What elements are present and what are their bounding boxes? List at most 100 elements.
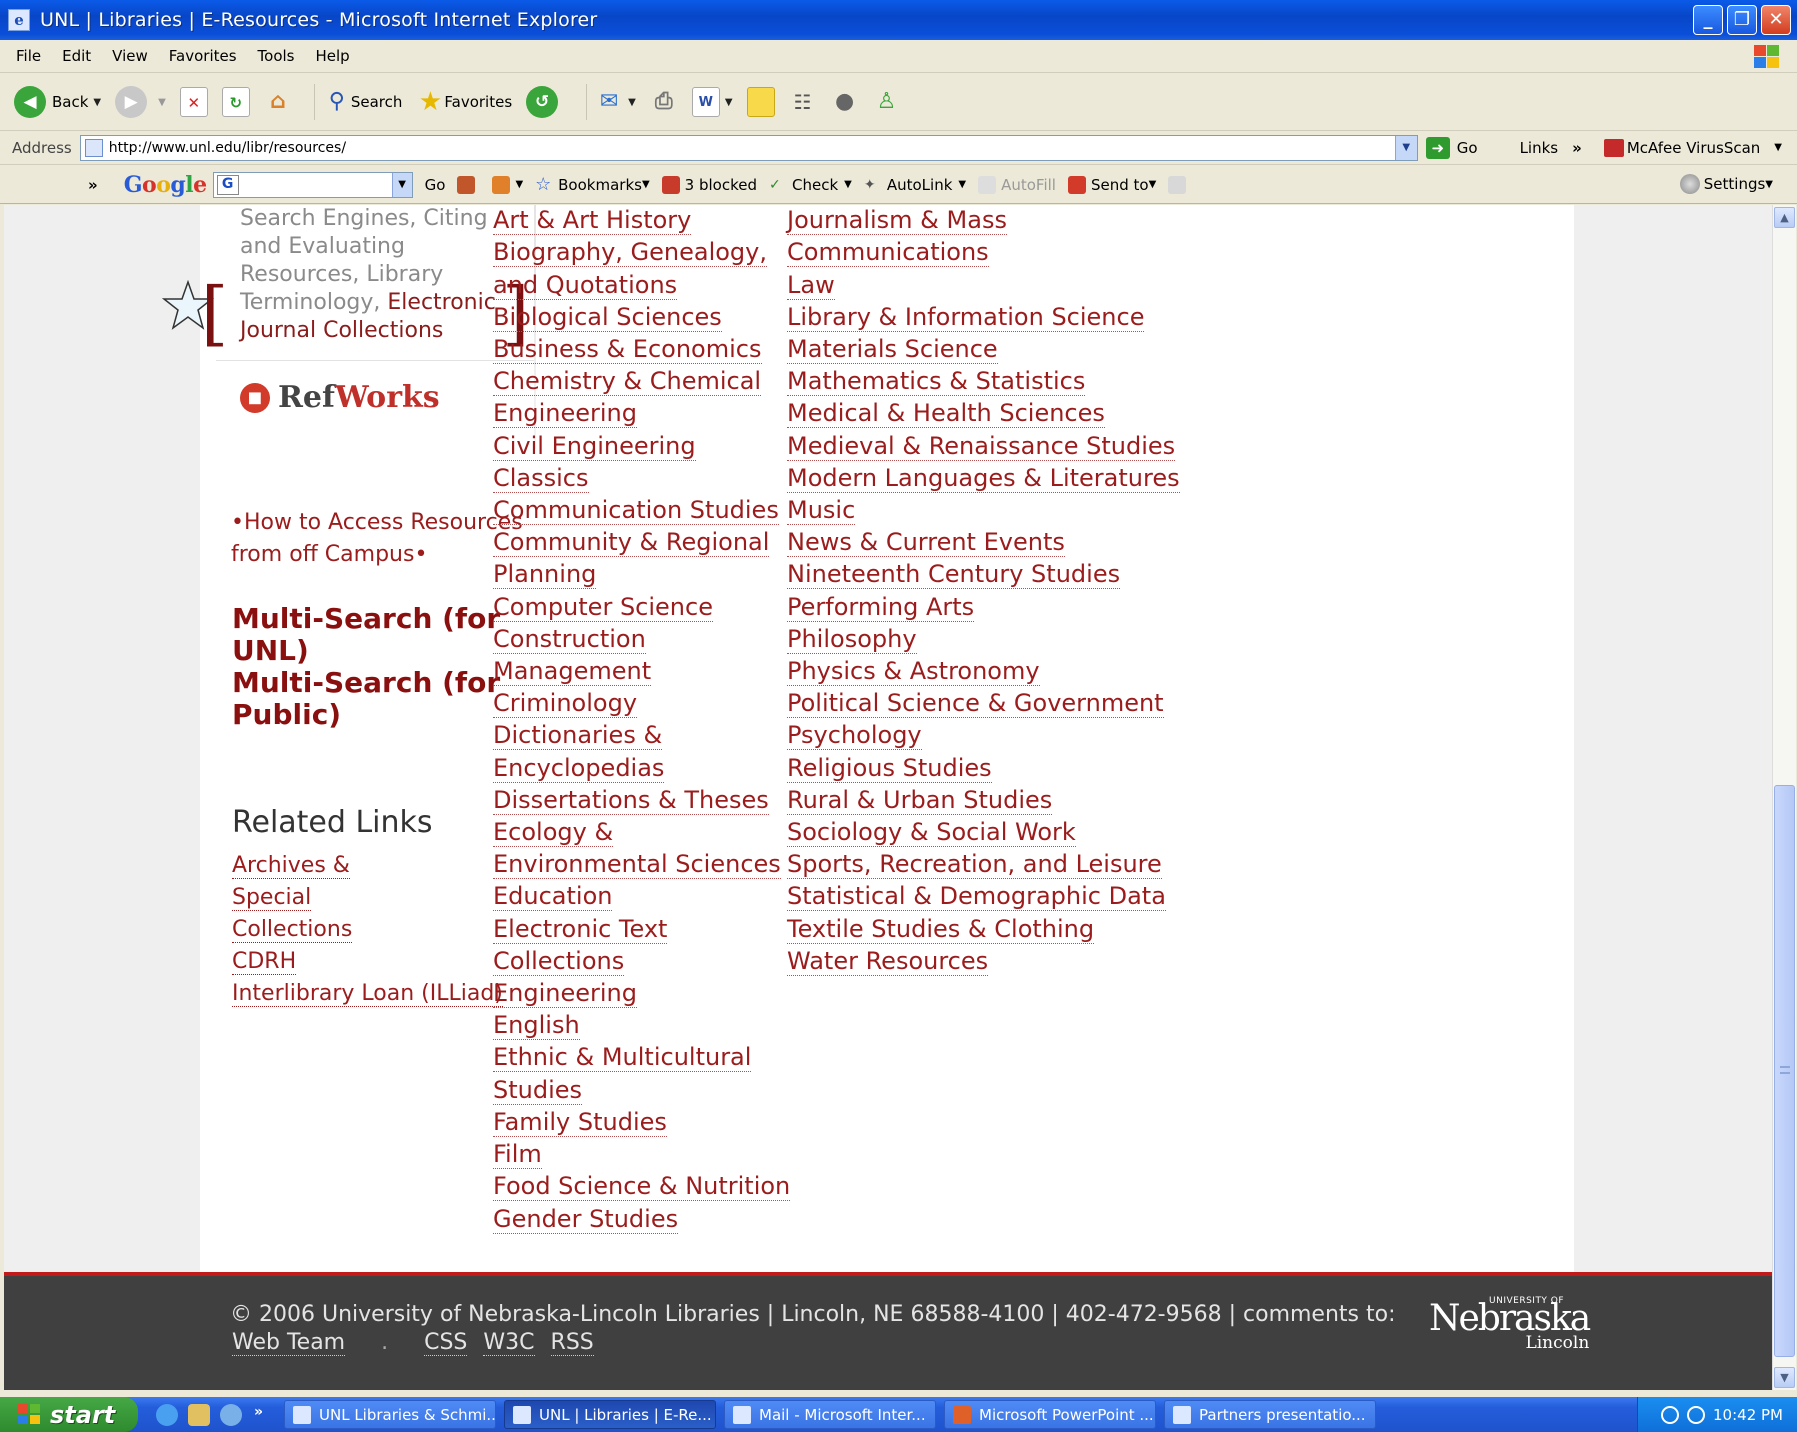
menu-tools[interactable]: Tools	[258, 47, 295, 65]
search-button[interactable]: ⚲ Search	[323, 87, 403, 117]
subject-link[interactable]: Business & Economics	[493, 335, 762, 365]
subject-link[interactable]: Biological Sciences	[493, 302, 722, 332]
subject-link[interactable]: Journalism & Mass Communications	[787, 206, 1007, 268]
task-unl-schmid[interactable]: UNL Libraries & Schmi...	[284, 1400, 496, 1429]
chevron-down-icon[interactable]: ▼	[628, 97, 636, 108]
clock[interactable]: 10:42 PM	[1713, 1406, 1783, 1424]
bookmarks-button[interactable]: ☆ Bookmarks ▼	[535, 175, 650, 194]
subject-link[interactable]: Gender Studies	[493, 1204, 679, 1234]
subject-link[interactable]: Electronic Text Collections	[493, 914, 668, 976]
media-quicklaunch-icon[interactable]	[220, 1403, 242, 1426]
mcafee-button[interactable]: McAfee VirusScan ▼	[1603, 138, 1782, 157]
journal-collections-link[interactable]: Journal Collections	[240, 318, 443, 343]
subject-link[interactable]: Ecology & Environmental Sciences	[493, 818, 781, 880]
desktop-quicklaunch-icon[interactable]	[188, 1403, 210, 1426]
minimize-button[interactable]: _	[1693, 5, 1723, 35]
chevron-down-icon[interactable]: ▼	[1774, 142, 1782, 153]
restore-button[interactable]: ❐	[1727, 5, 1757, 35]
favorites-button[interactable]: ★ Favorites	[416, 87, 512, 117]
multi-search-unl-link[interactable]: Multi-Search (for UNL)	[232, 603, 532, 667]
subject-link[interactable]: Philosophy	[787, 624, 917, 654]
subject-link[interactable]: Religious Studies	[787, 753, 992, 783]
menu-help[interactable]: Help	[316, 47, 350, 65]
multi-search-public-link[interactable]: Multi-Search (for Public)	[232, 667, 532, 731]
subject-link[interactable]: Materials Science	[787, 335, 998, 365]
subject-link[interactable]: Mathematics & Statistics	[787, 367, 1086, 397]
subject-link[interactable]: Food Science & Nutrition	[493, 1172, 791, 1202]
cdrh-link[interactable]: CDRH	[232, 949, 297, 975]
autolink-button[interactable]: ✦ AutoLink ▼	[864, 176, 966, 194]
subject-link[interactable]: Textile Studies & Clothing	[787, 914, 1095, 944]
archives-link[interactable]: Archives & Special Collections	[232, 853, 353, 943]
subject-link[interactable]: Physics & Astronomy	[787, 657, 1040, 687]
scroll-up-button[interactable]: ▲	[1774, 207, 1795, 228]
mail-button[interactable]: ✉ ▼	[595, 87, 636, 117]
home-button[interactable]: ⌂	[264, 87, 292, 117]
off-campus-access-link[interactable]: •How to Access Resources from off Campus…	[231, 507, 531, 571]
research-button[interactable]: ☷	[789, 87, 817, 117]
go-button[interactable]: ➜ Go	[1425, 136, 1478, 159]
close-button[interactable]: ✕	[1761, 5, 1791, 35]
subject-link[interactable]: Art & Art History	[493, 206, 692, 236]
subject-link[interactable]: Computer Science	[493, 592, 713, 622]
menu-edit[interactable]: Edit	[62, 47, 91, 65]
notes-button[interactable]	[746, 87, 775, 117]
refresh-button[interactable]: ↻	[221, 87, 250, 117]
chevron-down-icon[interactable]: ▼	[391, 172, 412, 197]
messenger-button[interactable]: ♙	[873, 87, 901, 117]
subject-link[interactable]: Nineteenth Century Studies	[787, 560, 1121, 590]
send-to-button[interactable]: Send to ▼	[1067, 175, 1157, 194]
subject-link[interactable]: Medical & Health Sciences	[787, 399, 1105, 429]
refworks-logo-link[interactable]: ◼ Ref Works	[240, 380, 440, 415]
edit-button[interactable]: W ▼	[691, 87, 733, 117]
subject-link[interactable]: Water Resources	[787, 946, 989, 976]
subject-link[interactable]: Ethnic & Multicultural Studies	[493, 1043, 752, 1105]
scroll-down-button[interactable]: ▼	[1774, 1367, 1795, 1388]
subject-link[interactable]: Construction Management	[493, 624, 652, 687]
subject-link[interactable]: Chemistry & Chemical Engineering	[493, 367, 762, 429]
scroll-thumb[interactable]	[1774, 785, 1795, 1357]
tray-arrow-icon[interactable]	[1661, 1405, 1680, 1424]
links-button[interactable]: Links	[1520, 139, 1559, 157]
subject-link[interactable]: Family Studies	[493, 1107, 667, 1137]
chevron-down-icon[interactable]: ▼	[1149, 179, 1157, 190]
subject-link[interactable]: Criminology	[493, 689, 638, 719]
subject-link[interactable]: Sociology & Social Work	[787, 818, 1076, 848]
toolbar-chevron-icon[interactable]: »	[88, 176, 98, 194]
history-button[interactable]: ↺	[526, 86, 564, 118]
subject-link[interactable]: Community & Regional Planning	[493, 528, 770, 590]
chevron-down-icon[interactable]: ▼	[725, 97, 733, 108]
chevron-down-icon[interactable]: ▼	[642, 179, 650, 190]
puzzle-button[interactable]: ▼	[492, 175, 523, 194]
task-unl-eresources[interactable]: UNL | Libraries | E-Re...	[504, 1400, 716, 1429]
menu-view[interactable]: View	[112, 47, 148, 65]
chevron-down-icon[interactable]: ▼	[93, 97, 101, 108]
tray-app-icon[interactable]	[1687, 1405, 1706, 1424]
chevron-down-icon[interactable]: ▼	[158, 97, 166, 108]
web-team-link[interactable]: Web Team	[232, 1330, 346, 1356]
subject-link[interactable]: Rural & Urban Studies	[787, 785, 1053, 815]
subject-link[interactable]: Education	[493, 882, 613, 912]
task-partners[interactable]: Partners presentatio...	[1164, 1400, 1376, 1429]
subject-link[interactable]: Engineering	[493, 979, 637, 1009]
subject-link[interactable]: Music	[787, 496, 856, 526]
w3c-link[interactable]: W3C	[483, 1330, 535, 1356]
subject-link[interactable]: Dictionaries & Encyclopedias	[493, 721, 665, 783]
css-link[interactable]: CSS	[424, 1330, 468, 1356]
address-url[interactable]: http://www.unl.edu/libr/resources/	[109, 140, 346, 156]
subject-link[interactable]: News & Current Events	[787, 528, 1065, 558]
stop-button[interactable]: ✕	[179, 87, 208, 117]
chevron-down-icon[interactable]: ▼	[844, 179, 852, 190]
subject-link[interactable]: Modern Languages & Literatures	[787, 463, 1180, 493]
subject-link[interactable]: English	[493, 1011, 580, 1041]
chevron-down-icon[interactable]: ▼	[1765, 179, 1773, 190]
ie-quicklaunch-icon[interactable]	[156, 1403, 178, 1426]
chevron-down-icon[interactable]: ▼	[515, 179, 523, 190]
highlight-button[interactable]	[1168, 175, 1191, 194]
vertical-scrollbar[interactable]: ▲ ▼	[1772, 205, 1796, 1390]
subject-link[interactable]: Classics	[493, 463, 589, 493]
task-powerpoint[interactable]: Microsoft PowerPoint ...	[944, 1400, 1156, 1429]
discuss-button[interactable]: ●	[831, 87, 859, 117]
subject-link[interactable]: Performing Arts	[787, 592, 975, 622]
google-settings-button[interactable]: Settings ▼	[1679, 174, 1773, 194]
